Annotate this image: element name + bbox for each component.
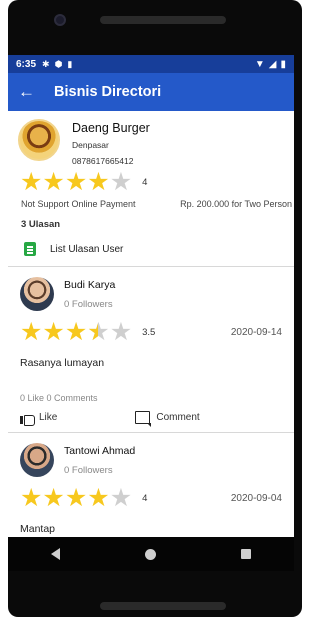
business-name: Daeng Burger: [72, 121, 150, 135]
star-icon: ★: [20, 484, 43, 512]
comment-button[interactable]: Comment: [135, 411, 200, 427]
star-icon: ★: [42, 484, 65, 512]
thumbs-up-icon: [20, 411, 35, 426]
business-rating: ★ ★ ★ ★ ★ 4: [8, 167, 294, 195]
front-camera: [54, 14, 66, 26]
business-rating-value: 4: [142, 176, 148, 188]
reviewer-name[interactable]: Budi Karya: [64, 279, 115, 291]
payment-note: Not Support Online Payment: [21, 199, 136, 209]
nav-home-icon[interactable]: [144, 548, 156, 560]
review-card: Budi Karya 0 Followers ★ ★ ★ ★ ★ 3.5 202…: [8, 267, 294, 432]
system-nav-bar: [8, 537, 294, 571]
clipboard-icon: [24, 242, 36, 256]
star-icon: ★: [87, 484, 110, 512]
star-icon: ★: [42, 318, 65, 346]
review-rating: ★ ★ ★ ★ ★ 4 2020-09-04: [20, 485, 282, 511]
business-logo: [18, 119, 60, 161]
like-label: Like: [39, 412, 58, 423]
star-icon: ★: [87, 319, 109, 345]
business-header: Daeng Burger Denpasar 0878617665412: [8, 111, 294, 167]
business-city: Denpasar: [72, 140, 109, 150]
price-note: Rp. 200.000 for Two Person: [180, 199, 292, 209]
comment-icon: [135, 411, 151, 427]
app-screen: 6:35 ✱ ⬢ ▮ ▼ ◢ ▮ ← Bisnis Directori Daen…: [8, 55, 294, 537]
avatar[interactable]: [20, 277, 54, 311]
star-icon: ★: [64, 484, 88, 512]
review-count: 3 Ulasan: [21, 219, 61, 230]
review-card: Tantowi Ahmad 0 Followers ★ ★ ★ ★ ★ 4 20…: [8, 433, 294, 535]
review-date: 2020-09-04: [230, 492, 282, 504]
top-speaker: [100, 16, 226, 24]
star-icon: ★: [64, 318, 88, 346]
status-bar: 6:35 ✱ ⬢ ▮ ▼ ◢ ▮: [8, 55, 294, 73]
star-icon: ★: [20, 168, 43, 196]
review-actions: Like Comment: [20, 411, 282, 432]
like-button[interactable]: Like: [20, 411, 58, 426]
reviewer-name[interactable]: Tantowi Ahmad: [64, 445, 135, 457]
signal-icon: ◢: [268, 58, 277, 70]
followers-count: 0 Followers: [64, 299, 113, 310]
star-icon: ★: [87, 168, 110, 196]
content-scroll[interactable]: Daeng Burger Denpasar 0878617665412 ★ ★ …: [8, 111, 294, 537]
review-list-link[interactable]: List Ulasan User: [8, 230, 294, 266]
app-bar: ← Bisnis Directori: [8, 73, 294, 111]
review-list-label: List Ulasan User: [50, 243, 124, 255]
comment-label: Comment: [156, 412, 200, 423]
back-arrow-icon[interactable]: ←: [18, 82, 44, 102]
review-date: 2020-09-14: [230, 326, 282, 338]
status-time: 6:35: [16, 58, 37, 70]
shield-icon: ⬢: [54, 58, 63, 69]
wifi-icon: ▼: [254, 58, 265, 70]
nav-recents-icon[interactable]: [241, 549, 252, 559]
like-comment-counts: 0 Like 0 Comments: [20, 393, 98, 403]
page-title: Bisnis Directori: [54, 84, 162, 100]
settings-icon: ✱: [42, 58, 50, 69]
review-rating: ★ ★ ★ ★ ★ 3.5 2020-09-14: [20, 319, 282, 345]
star-icon: ★: [109, 484, 133, 512]
business-meta: Not Support Online Payment Rp. 200.000 f…: [8, 195, 294, 209]
star-icon: ★: [42, 168, 65, 196]
review-rating-value: 3.5: [142, 326, 156, 338]
review-text: Mantap: [20, 523, 56, 535]
star-icon: ★: [109, 318, 133, 346]
review-text: Rasanya lumayan: [20, 357, 105, 369]
battery-icon: ▮: [280, 58, 286, 70]
followers-count: 0 Followers: [64, 465, 113, 476]
bottom-speaker: [100, 602, 226, 610]
nav-back-icon[interactable]: [50, 548, 60, 560]
business-phone: 0878617665412: [72, 156, 134, 166]
star-icon: ★: [64, 168, 88, 196]
avatar[interactable]: [20, 443, 54, 477]
sd-card-icon: ▮: [67, 58, 73, 69]
review-rating-value: 4: [142, 492, 148, 504]
star-icon: ★: [20, 318, 43, 346]
star-icon: ★: [109, 168, 133, 196]
